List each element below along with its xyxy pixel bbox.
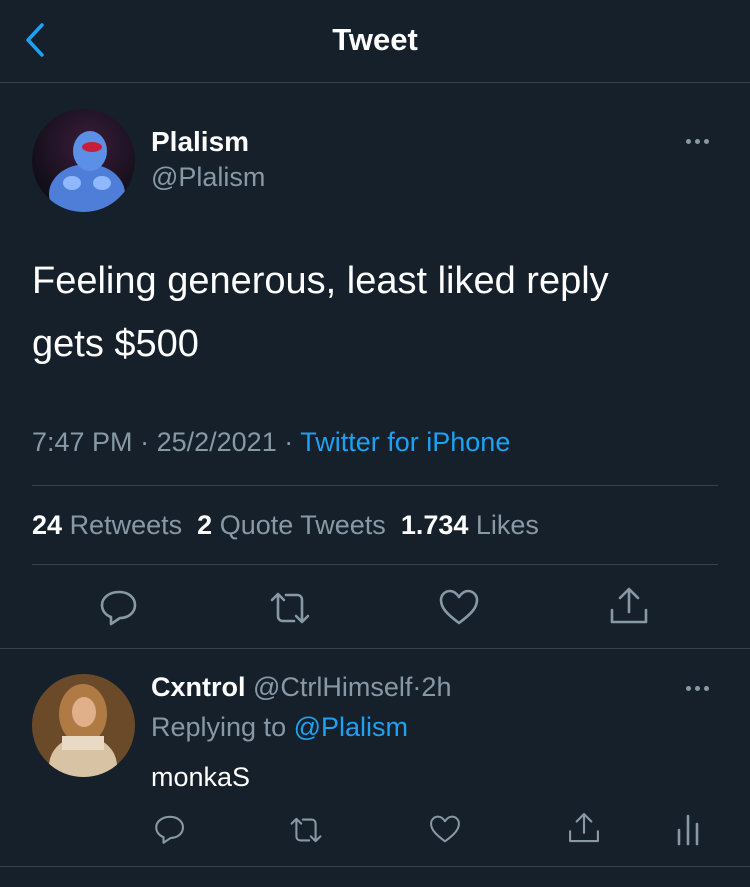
retweets-stat[interactable]: 24 Retweets xyxy=(32,510,182,540)
divider xyxy=(32,485,718,486)
reply-time: 2h xyxy=(421,672,452,702)
likes-stat[interactable]: 1.734 Likes xyxy=(401,510,539,540)
more-icon xyxy=(686,686,691,691)
like-icon xyxy=(439,589,479,625)
divider xyxy=(0,648,750,649)
reply-button[interactable] xyxy=(98,586,140,628)
reply-share-button[interactable] xyxy=(566,810,602,846)
tweet-time: 7:47 PM xyxy=(32,427,133,457)
reply-reply-button[interactable] xyxy=(153,812,187,846)
tweet-text-line1: Feeling generous, least liked reply xyxy=(32,260,609,302)
divider xyxy=(0,866,750,867)
reply-more-button[interactable] xyxy=(686,686,709,691)
author-avatar[interactable] xyxy=(32,109,135,212)
reply-analytics-button[interactable] xyxy=(676,812,700,846)
author-handle[interactable]: @Plalism xyxy=(151,162,265,193)
replying-to-handle[interactable]: @Plalism xyxy=(294,712,408,742)
more-button[interactable] xyxy=(686,139,709,144)
share-icon xyxy=(569,813,599,843)
tweet-stats: 24 Retweets 2 Quote Tweets 1.734 Likes xyxy=(32,510,539,541)
reply-author-name[interactable]: Cxntrol xyxy=(151,672,246,702)
reply-avatar[interactable] xyxy=(32,674,135,777)
divider xyxy=(32,564,718,565)
quotes-stat[interactable]: 2 Quote Tweets xyxy=(197,510,386,540)
reply-icon xyxy=(155,815,185,844)
reply-icon xyxy=(100,590,137,626)
tweet-date: 25/2/2021 xyxy=(156,427,277,457)
retweet-button[interactable] xyxy=(268,588,312,628)
reply-retweet-button[interactable] xyxy=(288,814,324,846)
like-icon xyxy=(430,815,460,843)
like-button[interactable] xyxy=(437,587,481,627)
reply-text: monkaS xyxy=(151,762,251,792)
avatar-image xyxy=(32,109,135,212)
tweet-source[interactable]: Twitter for iPhone xyxy=(300,427,510,457)
share-button[interactable] xyxy=(607,584,651,628)
share-icon xyxy=(610,587,648,624)
avatar-image xyxy=(32,674,135,777)
reply-like-button[interactable] xyxy=(428,813,462,845)
replying-to: Replying to @Plalism xyxy=(151,712,409,742)
reply-author-handle[interactable]: @CtrlHimself xyxy=(253,672,412,702)
more-icon xyxy=(686,139,691,144)
tweet-text-line2: gets $500 xyxy=(32,323,199,365)
author-name[interactable]: Plalism xyxy=(151,126,249,158)
tweet-meta: 7:47 PM · 25/2/2021 · Twitter for iPhone xyxy=(32,427,511,457)
reply-header: Cxntrol @CtrlHimself·2h xyxy=(151,672,452,702)
retweet-icon xyxy=(290,817,322,843)
retweet-icon xyxy=(270,592,310,624)
analytics-icon xyxy=(677,814,699,846)
page-title: Tweet xyxy=(332,22,418,57)
